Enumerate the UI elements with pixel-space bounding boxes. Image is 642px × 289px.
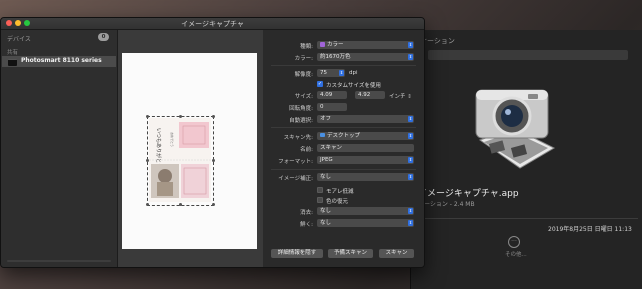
resolution-unit: dpi: [349, 70, 358, 76]
selection-frame[interactable]: [147, 116, 214, 206]
kind-label: 種類:: [300, 44, 313, 50]
auto-select-label: 自動選択:: [289, 118, 313, 124]
color-value: 約1670万色: [320, 54, 351, 60]
folder-icon: [320, 133, 325, 137]
size-unit-select[interactable]: インチ ⇕: [389, 92, 412, 100]
overview-button[interactable]: 予備スキャン: [328, 249, 373, 258]
sharpen-select[interactable]: なし ⇕: [317, 219, 414, 227]
color-restore-label: 色の復元: [326, 199, 349, 205]
kind-value: カラー: [327, 42, 344, 48]
image-capture-window: イメージキャプチャ デバイス 0 共有 Photosmart 8110 seri…: [0, 17, 425, 268]
rotation-value: 0: [320, 104, 324, 110]
info-window-title: ケーション: [420, 37, 455, 45]
chevron-updown-icon: ⇕: [408, 133, 413, 139]
divider: [271, 65, 416, 66]
size-unit: インチ: [389, 94, 406, 100]
image-correction-label: イメージ補正:: [278, 176, 313, 182]
info-window-search-field[interactable]: [428, 50, 628, 60]
resolution-label: 解像度:: [294, 72, 313, 78]
resolution-value: 75: [320, 70, 327, 76]
sidebar-item-label[interactable]: Photosmart 8110 series: [21, 57, 102, 64]
image-correction-value: なし: [320, 174, 332, 180]
scan-button[interactable]: スキャン: [379, 249, 414, 258]
printer-icon: [8, 59, 17, 66]
rotation-field[interactable]: 0: [317, 103, 347, 111]
unsharp-checkbox[interactable]: [317, 187, 323, 193]
devices-count-badge: 0: [98, 33, 109, 41]
devices-header: デバイス: [7, 36, 31, 43]
name-value: スキャン: [320, 145, 343, 151]
selection-handle[interactable]: [212, 159, 215, 162]
window-title: イメージキャプチャ: [181, 20, 244, 28]
shared-header: 共有: [7, 50, 19, 56]
format-select[interactable]: JPEG ⇕: [317, 156, 414, 164]
chevron-updown-icon: ⇕: [407, 94, 412, 100]
kind-select[interactable]: カラー ⇕: [317, 41, 414, 49]
selection-handle[interactable]: [179, 203, 182, 206]
image-correction-select[interactable]: なし ⇕: [317, 173, 414, 181]
scan-to-select[interactable]: デスクトップ ⇕: [317, 132, 414, 140]
custom-size-label: カスタムサイズを使用: [326, 83, 381, 89]
sharpen-value: なし: [320, 220, 332, 226]
resolution-select[interactable]: 75 ⇕: [317, 69, 345, 77]
selection-handle[interactable]: [146, 203, 149, 206]
modified-date: 2019年8月25日 日曜日 11:13: [548, 226, 632, 233]
rotation-label: 回転角度:: [289, 106, 313, 112]
chevron-updown-icon: ⇕: [408, 220, 413, 226]
selection-handle[interactable]: [212, 203, 215, 206]
chevron-updown-icon: ⇕: [339, 70, 344, 76]
chevron-updown-icon: ⇕: [408, 54, 413, 60]
chevron-updown-icon: ⇕: [408, 42, 413, 48]
divider: [271, 127, 416, 128]
name-label: 名前:: [300, 147, 313, 153]
chevron-updown-icon: ⇕: [408, 174, 413, 180]
color-restore-checkbox[interactable]: [317, 197, 323, 203]
sidebar-scrollbar[interactable]: [7, 260, 111, 262]
color-label: カラー:: [294, 56, 313, 62]
name-field[interactable]: スキャン: [317, 144, 414, 152]
height-field[interactable]: 4.92: [355, 91, 385, 99]
chevron-updown-icon: ⇕: [408, 157, 413, 163]
sharpen-label: 鮮く:: [300, 222, 313, 228]
color-select[interactable]: 約1670万色 ⇕: [317, 53, 414, 61]
auto-select-value: オフ: [320, 116, 332, 122]
more-label[interactable]: その他...: [505, 250, 527, 258]
size-label: サイズ:: [294, 94, 313, 100]
app-name: イメージキャプチャ.app: [418, 189, 519, 199]
height-value: 4.92: [358, 92, 371, 98]
color-icon: [320, 41, 325, 47]
width-field[interactable]: 4.09: [317, 91, 347, 99]
selection-handle[interactable]: [212, 115, 215, 118]
format-value: JPEG: [320, 157, 333, 163]
descreen-select[interactable]: なし ⇕: [317, 207, 414, 215]
descreen-value: なし: [320, 208, 332, 214]
width-value: 4.09: [320, 92, 333, 98]
divider: [418, 218, 638, 219]
chevron-updown-icon: ⇕: [408, 208, 413, 214]
selection-handle[interactable]: [146, 159, 149, 162]
custom-size-checkbox[interactable]: ✓: [317, 81, 323, 87]
auto-select-select[interactable]: オフ ⇕: [317, 115, 414, 123]
app-kind-size: ケーション - 2.4 MB: [418, 201, 475, 208]
selection-handle[interactable]: [146, 115, 149, 118]
image-capture-app-icon: [475, 89, 556, 169]
selection-handle[interactable]: [179, 115, 182, 118]
more-icon[interactable]: ···: [508, 236, 520, 248]
chevron-updown-icon: ⇕: [408, 116, 413, 122]
unsharp-label: モアレ低減: [326, 189, 354, 195]
format-label: フォーマット:: [278, 159, 313, 165]
hide-details-button[interactable]: 詳細情報を隠す: [271, 249, 323, 258]
divider: [271, 169, 416, 170]
scan-to-label: スキャン先:: [283, 135, 313, 141]
descreen-label: 消去:: [300, 210, 313, 216]
scan-to-value: デスクトップ: [327, 133, 361, 139]
